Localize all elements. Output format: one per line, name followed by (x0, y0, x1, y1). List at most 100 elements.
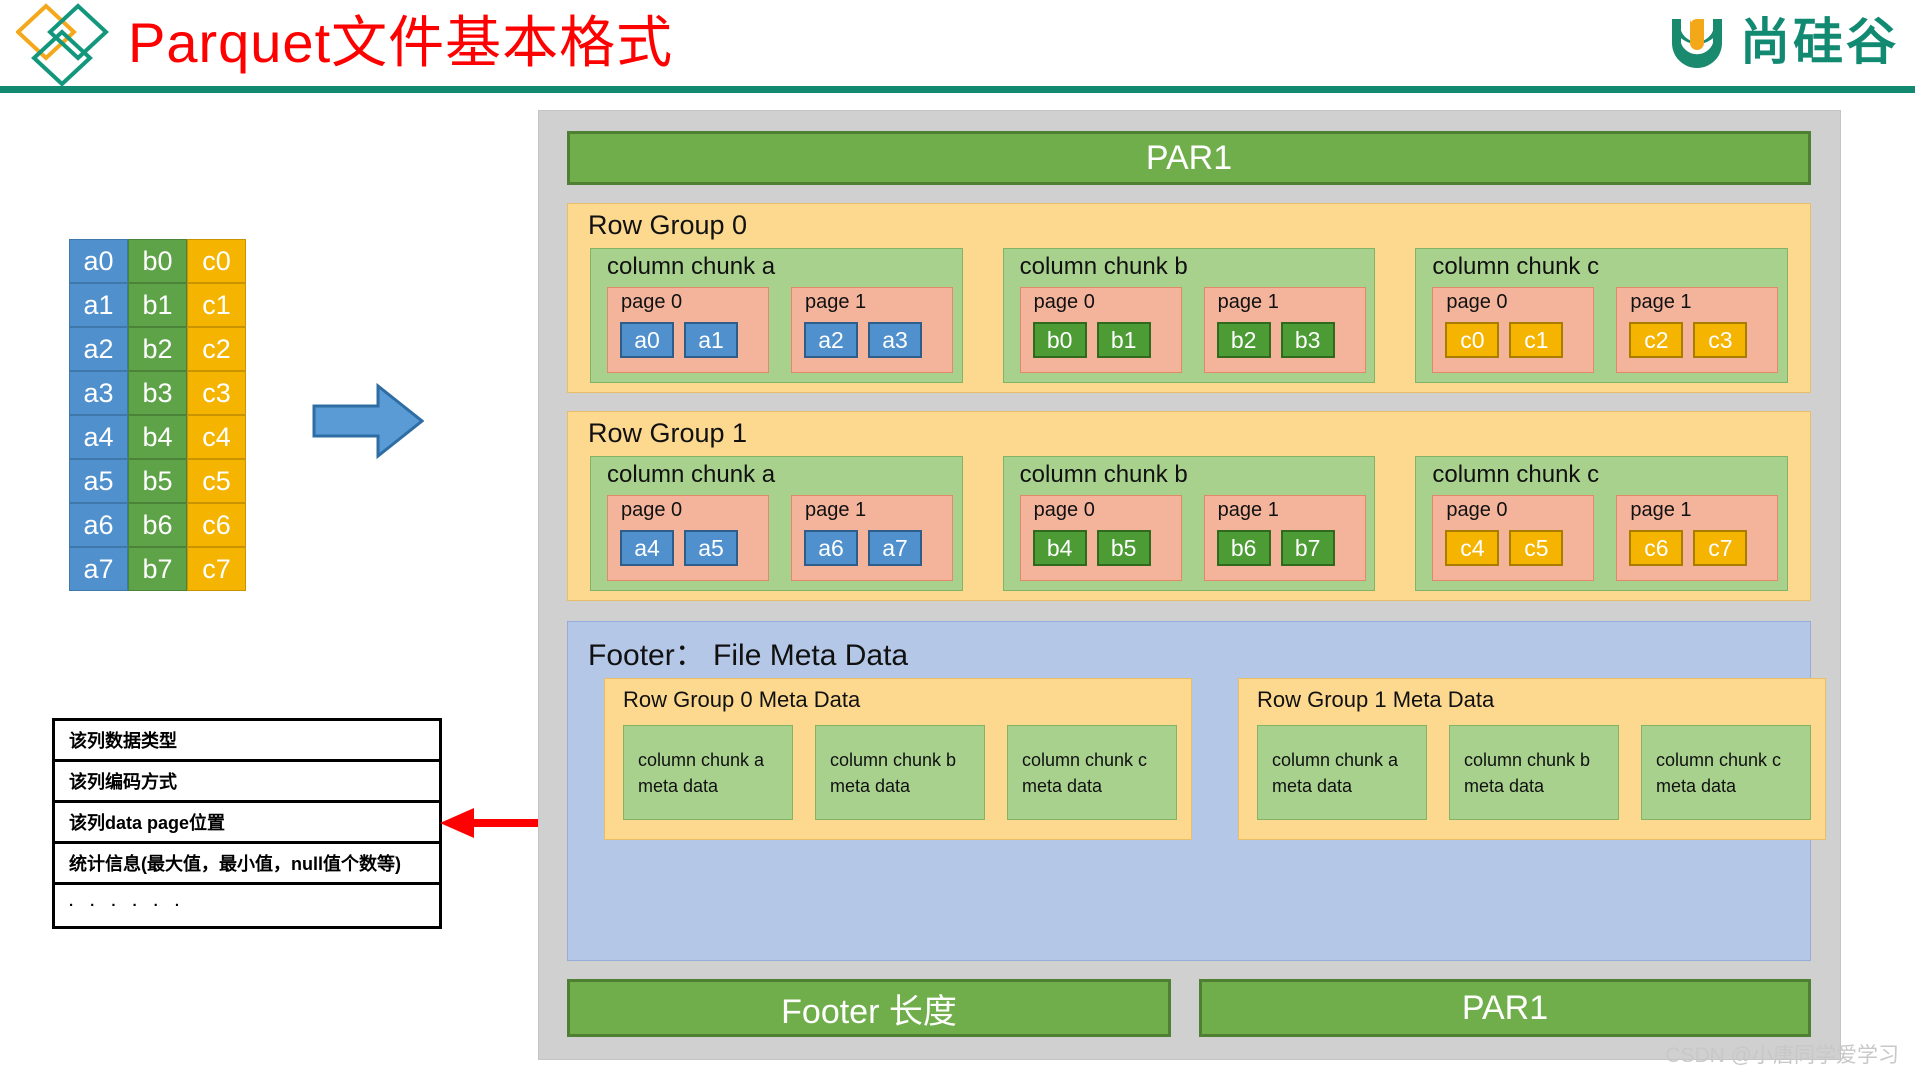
page-value-cell: c6 (1629, 530, 1684, 566)
page-title-label: page 1 (805, 291, 867, 313)
legend-row: · · · · · · (69, 897, 186, 914)
chunk-meta-row: column chunk a meta data column chunk b met… (1257, 725, 1811, 820)
legend-row: 该列编码方式 (55, 762, 439, 803)
source-cell: c2 (187, 327, 246, 371)
page-box: page 0 b4 b5 (1019, 495, 1182, 581)
source-column-c: c0 c1 c2 c3 c4 c5 c6 c7 (187, 239, 246, 591)
source-cell: a0 (69, 239, 128, 283)
page-value-cell: c1 (1509, 322, 1564, 358)
page-values: a2 a3 (804, 322, 922, 358)
footer-metadata-groups: Row Group 0 Meta Data column chunk a meta … (604, 678, 1826, 840)
column-chunk-meta-data: column chunk c meta data (1007, 725, 1177, 820)
page-title-label: page 1 (1630, 499, 1692, 521)
page-values: c4 c5 (1445, 530, 1564, 566)
brand-logo: 尚硅谷 (1666, 8, 1899, 76)
page-value-cell: b3 (1280, 322, 1335, 358)
page-box: page 1 a6 a7 (791, 495, 953, 581)
page-title-label: page 1 (805, 499, 867, 521)
row-group-meta-data: Row Group 1 Meta Data column chunk a meta … (1238, 678, 1826, 840)
source-column-b: b0 b1 b2 b3 b4 b5 b6 b7 (128, 239, 187, 591)
chunk-meta-row: column chunk a meta data column chunk b met… (623, 725, 1177, 820)
page-values: a6 a7 (804, 530, 922, 566)
page-values: b2 b3 (1216, 322, 1335, 358)
pages-row: page 0 c4 c5 page 1 c6 c7 (1432, 495, 1779, 581)
row-group-meta-title: Row Group 1 Meta Data (1257, 687, 1495, 712)
column-metadata-legend: 该列数据类型 该列编码方式 该列data page位置 统计信息(最大值，最小值，nu… (52, 718, 442, 929)
legend-row: 该列数据类型 (55, 721, 439, 762)
page-box: page 1 a2 a3 (791, 287, 953, 373)
source-cell: b2 (128, 327, 187, 371)
page-value-cell: a2 (804, 322, 858, 358)
source-cell: c3 (187, 371, 246, 415)
page-box: page 1 b2 b3 (1203, 287, 1366, 373)
right-arrow-icon (312, 382, 424, 460)
file-footer-block: Footer： File Meta Data Row Group 0 Meta … (567, 621, 1826, 961)
column-chunk-meta-data: column chunk c meta data (1641, 725, 1811, 820)
magic-number-top: PAR1 (567, 131, 1811, 185)
page-value-cell: b6 (1216, 530, 1271, 566)
page-value-cell: c7 (1693, 530, 1748, 566)
row-group-0-title: Row Group 0 (588, 210, 748, 240)
page-box: page 1 b6 b7 (1203, 495, 1366, 581)
page-box: page 1 c6 c7 (1616, 495, 1779, 581)
legend-row: 该列data page位置 (55, 803, 439, 844)
column-chunk: column chunk b page 0 b0 b1 page 1 b2 b3 (1002, 248, 1376, 383)
column-chunk-title: column chunk b (1019, 461, 1188, 488)
page-value-cell: c5 (1509, 530, 1564, 566)
column-chunk: column chunk c page 0 c0 c1 page 1 c2 c3 (1415, 248, 1789, 383)
source-cell: b5 (128, 459, 187, 503)
header-divider (0, 86, 1915, 93)
column-chunk-title: column chunk b (1019, 253, 1188, 280)
source-cell: a2 (69, 327, 128, 371)
page-values: c2 c3 (1629, 322, 1748, 358)
page-value-cell: c3 (1693, 322, 1748, 358)
page-box: page 0 a0 a1 (607, 287, 769, 373)
page-box: page 0 c0 c1 (1432, 287, 1595, 373)
source-cell: c7 (187, 547, 246, 591)
row-group-meta-title: Row Group 0 Meta Data (623, 687, 861, 712)
page-value-cell: b0 (1032, 322, 1087, 358)
pages-row: page 0 a0 a1 page 1 a2 a3 (607, 287, 953, 373)
page-title-label: page 0 (1033, 291, 1095, 313)
page-box: page 0 a4 a5 (607, 495, 769, 581)
page-value-cell: a7 (868, 530, 922, 566)
page-value-cell: a6 (804, 530, 858, 566)
column-chunk-meta-data: column chunk a meta data (1257, 725, 1427, 820)
page-title-label: page 0 (1033, 499, 1095, 521)
page-value-cell: a0 (620, 322, 674, 358)
diamonds-icon (16, 3, 109, 87)
column-chunk: column chunk b page 0 b4 b5 page 1 b6 b7 (1002, 456, 1376, 591)
source-cell: a4 (69, 415, 128, 459)
column-chunk-meta-data: column chunk b meta data (815, 725, 985, 820)
page-value-cell: b1 (1096, 322, 1151, 358)
page-value-cell: a5 (684, 530, 738, 566)
source-cell: b7 (128, 547, 187, 591)
pages-row: page 0 b0 b1 page 1 b2 b3 (1019, 287, 1366, 373)
column-chunk: column chunk a page 0 a4 a5 page 1 a6 a7 (590, 456, 963, 591)
source-cell: c0 (187, 239, 246, 283)
source-cell: a3 (69, 371, 128, 415)
page-box: page 1 c2 c3 (1616, 287, 1779, 373)
column-chunk-title: column chunk c (1432, 461, 1600, 488)
atguigu-u-icon (1672, 19, 1722, 68)
column-chunk-meta-data: column chunk b meta data (1449, 725, 1619, 820)
page-values: c6 c7 (1629, 530, 1748, 566)
page-values: b4 b5 (1032, 530, 1151, 566)
source-cell: a7 (69, 547, 128, 591)
pages-row: page 0 c0 c1 page 1 c2 c3 (1432, 287, 1779, 373)
csdn-watermark: CSDN @小唐同学爱学习 (1665, 1044, 1899, 1067)
source-cell: b3 (128, 371, 187, 415)
column-chunk-meta-data: column chunk a meta data (623, 725, 793, 820)
page-header: Parquet文件基本格式 尚硅谷 (0, 0, 1915, 93)
page-title: Parquet文件基本格式 (128, 11, 674, 74)
source-cell: c6 (187, 503, 246, 547)
source-column-a: a0 a1 a2 a3 a4 a5 a6 a7 (69, 239, 128, 591)
row-group-1-title: Row Group 1 (588, 418, 748, 448)
column-chunk-title: column chunk a (607, 461, 776, 488)
page-value-cell: c2 (1629, 322, 1684, 358)
page-title-label: page 0 (1446, 291, 1508, 313)
page-value-cell: b7 (1280, 530, 1335, 566)
page-title-label: page 1 (1217, 499, 1279, 521)
page-title-label: page 0 (1446, 499, 1508, 521)
page-values: b6 b7 (1216, 530, 1335, 566)
